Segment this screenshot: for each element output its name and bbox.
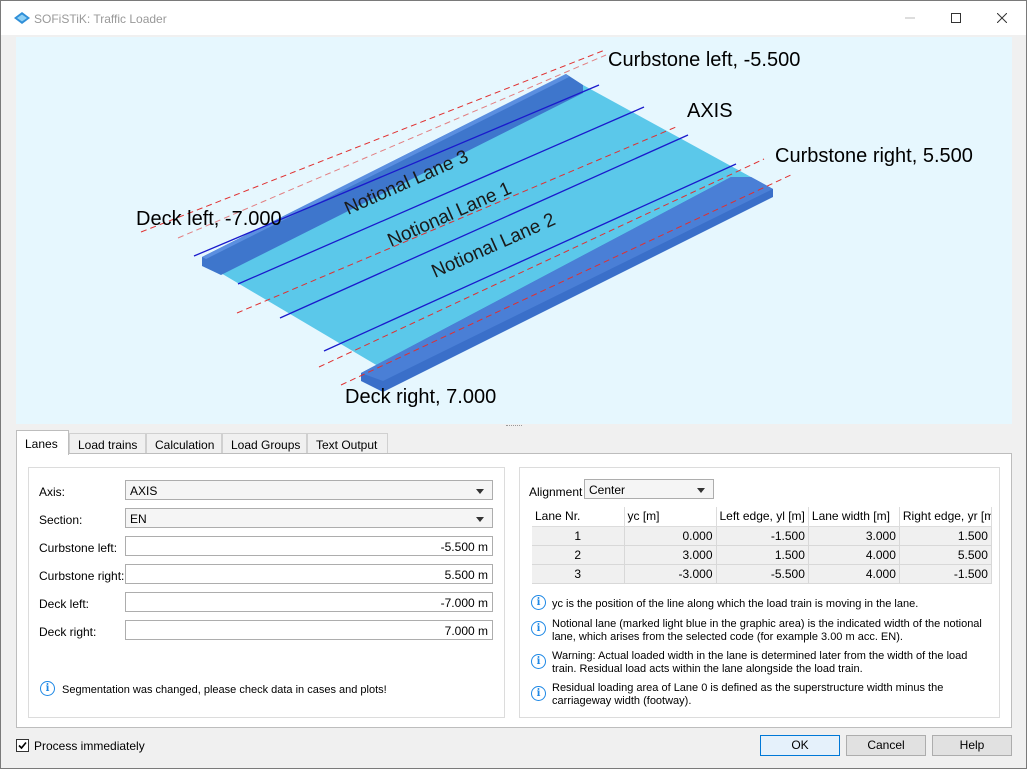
title-bar: SOFiSTiK: Traffic Loader: [1, 1, 1026, 35]
tab-calculation[interactable]: Calculation: [146, 433, 222, 454]
tab-load-groups[interactable]: Load Groups: [222, 433, 307, 454]
window-title: SOFiSTiK: Traffic Loader: [34, 12, 167, 26]
cell[interactable]: 1.500: [899, 526, 992, 546]
col-lane-width[interactable]: Lane width [m]: [808, 507, 900, 527]
curbstone-right-input[interactable]: 5.500 m: [125, 564, 493, 584]
info-icon: i: [531, 686, 546, 701]
curbstone-left-field-label: Curbstone left:: [39, 541, 118, 555]
table-header-row: Lane Nr. yc [m] Left edge, yl [m] Lane w…: [532, 507, 992, 527]
deck-left-field-label: Deck left:: [39, 597, 90, 611]
chevron-down-icon: [697, 488, 705, 493]
table-row[interactable]: 1 0.000 -1.500 3.000 1.500: [532, 526, 992, 546]
tab-load-trains[interactable]: Load trains: [69, 433, 146, 454]
axis-label: AXIS: [687, 100, 733, 122]
cell[interactable]: -5.500: [716, 564, 809, 584]
checkmark-icon: [18, 741, 27, 750]
info-icon: i: [40, 681, 55, 696]
minimize-button[interactable]: [887, 1, 933, 35]
cell[interactable]: -3.000: [624, 564, 717, 584]
info-icon: i: [531, 595, 546, 610]
col-left-edge[interactable]: Left edge, yl [m]: [716, 507, 809, 527]
cell[interactable]: -1.500: [716, 526, 809, 546]
table-row[interactable]: 2 3.000 1.500 4.000 5.500: [532, 545, 992, 565]
table-row[interactable]: 3 -3.000 -5.500 4.000 -1.500: [532, 564, 992, 584]
curbstone-right-label: Curbstone right, 5.500: [775, 145, 973, 167]
segmentation-note: Segmentation was changed, please check d…: [62, 684, 387, 696]
chevron-down-icon: [476, 489, 484, 494]
info-note-residual: Residual loading area of Lane 0 is defin…: [552, 682, 944, 707]
cell[interactable]: 2: [532, 545, 625, 565]
deck-left-label: Deck left, -7.000: [136, 208, 282, 230]
cell[interactable]: -1.500: [899, 564, 992, 584]
cell[interactable]: 5.500: [899, 545, 992, 565]
minimize-icon: [905, 17, 915, 19]
help-button[interactable]: Help: [932, 735, 1012, 756]
lanes-tab-panel: Axis: AXIS Section: EN Curbstone left: -…: [16, 453, 1012, 728]
splitter-handle[interactable]: [506, 425, 522, 428]
section-select-value: EN: [130, 512, 147, 526]
close-button[interactable]: [979, 1, 1025, 35]
cell[interactable]: 3.000: [808, 526, 900, 546]
process-immediately-label[interactable]: Process immediately: [34, 739, 145, 753]
maximize-icon: [951, 13, 961, 23]
info-note-yc: yc is the position of the line along whi…: [552, 598, 919, 610]
deck-right-field-label: Deck right:: [39, 625, 97, 639]
section-select[interactable]: EN: [125, 508, 493, 528]
sofistik-logo-icon: [14, 12, 30, 24]
ok-button[interactable]: OK: [760, 735, 840, 756]
traffic-loader-window: SOFiSTiK: Traffic Loader Notional Lane 3…: [0, 0, 1027, 769]
col-right-edge[interactable]: Right edge, yr [m: [899, 507, 992, 527]
process-immediately-checkbox[interactable]: [16, 739, 29, 752]
lane-table-group: Alignment Center Lane Nr. yc [m] Left ed…: [519, 467, 1000, 718]
chevron-down-icon: [476, 517, 484, 522]
maximize-button[interactable]: [933, 1, 979, 35]
deck-left-input[interactable]: -7.000 m: [125, 592, 493, 612]
info-icon: i: [531, 654, 546, 669]
close-icon: [997, 13, 1007, 23]
cell[interactable]: 3: [532, 564, 625, 584]
info-icon: i: [531, 621, 546, 636]
section-field-label: Section:: [39, 513, 83, 527]
bridge-graphic-area[interactable]: Notional Lane 3 Notional Lane 1 Notional…: [16, 37, 1012, 424]
info-note-notional-lane: Notional lane (marked light blue in the …: [552, 618, 982, 643]
axis-select-value: AXIS: [130, 484, 158, 498]
curbstone-right-field-label: Curbstone right:: [39, 569, 125, 583]
tab-text-output[interactable]: Text Output: [307, 433, 388, 454]
col-yc[interactable]: yc [m]: [624, 507, 717, 527]
tab-lanes[interactable]: Lanes: [16, 430, 69, 455]
cell[interactable]: 0.000: [624, 526, 717, 546]
lane-geometry-group: Axis: AXIS Section: EN Curbstone left: -…: [28, 467, 505, 718]
axis-select[interactable]: AXIS: [125, 480, 493, 500]
cancel-button[interactable]: Cancel: [846, 735, 926, 756]
alignment-field-label: Alignment: [529, 485, 583, 499]
curbstone-left-input[interactable]: -5.500 m: [125, 536, 493, 556]
alignment-select-value: Center: [589, 483, 626, 497]
curbstone-left-label: Curbstone left, -5.500: [608, 49, 801, 71]
lane-table: Lane Nr. yc [m] Left edge, yl [m] Lane w…: [532, 507, 992, 584]
cell[interactable]: 3.000: [624, 545, 717, 565]
cell[interactable]: 4.000: [808, 564, 900, 584]
info-note-warning: Warning: Actual loaded width in the lane…: [552, 650, 968, 675]
cell[interactable]: 1.500: [716, 545, 809, 565]
deck-right-label: Deck right, 7.000: [345, 386, 497, 408]
deck-right-input[interactable]: 7.000 m: [125, 620, 493, 640]
cell[interactable]: 4.000: [808, 545, 900, 565]
alignment-select[interactable]: Center: [584, 479, 714, 499]
axis-field-label: Axis:: [39, 485, 66, 499]
cell[interactable]: 1: [532, 526, 625, 546]
col-lane-nr[interactable]: Lane Nr.: [532, 507, 625, 527]
